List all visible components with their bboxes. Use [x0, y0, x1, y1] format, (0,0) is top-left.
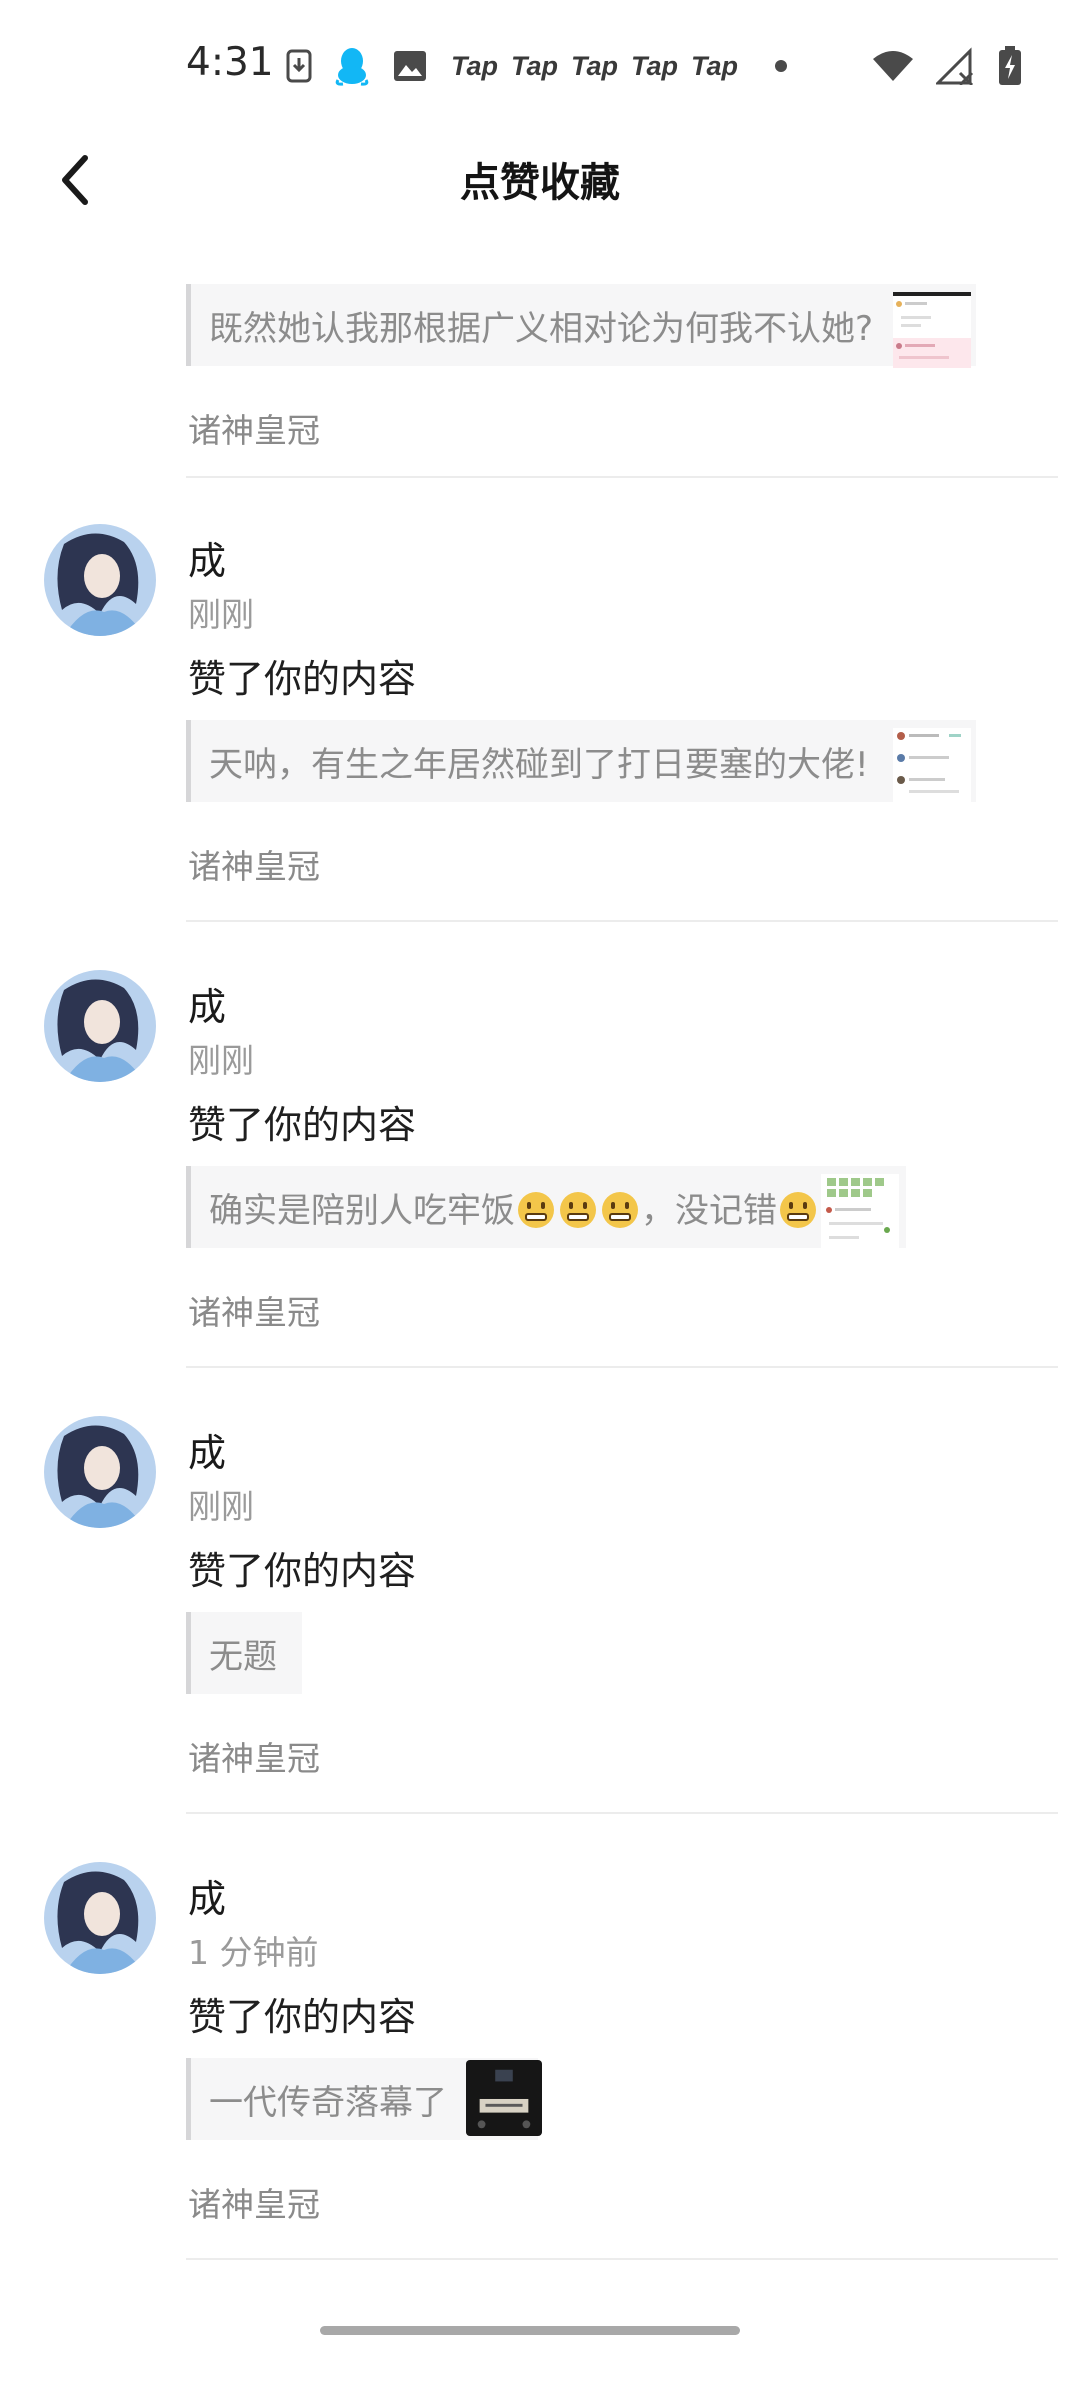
- quoted-post[interactable]: 天呐，有生之年居然碰到了打日要塞的大佬!: [186, 720, 976, 804]
- source-label: 诸神皇冠: [188, 1739, 320, 1778]
- user-name[interactable]: 成: [188, 976, 226, 1031]
- battery-charging-icon: [999, 46, 1021, 85]
- avatar[interactable]: [44, 1862, 156, 1974]
- taptap-notification-label: Tap: [511, 50, 558, 81]
- image-icon: [394, 51, 426, 81]
- quoted-post-text: 一代传奇落幕了: [209, 2082, 447, 2123]
- action-text: 赞了你的内容: [188, 1103, 417, 1147]
- avatar[interactable]: [44, 524, 156, 636]
- quoted-post[interactable]: 无题: [186, 1612, 302, 1694]
- user-name[interactable]: 成: [188, 1422, 226, 1477]
- status-time: 4:31: [186, 40, 274, 85]
- post-thumbnail[interactable]: [465, 2060, 543, 2136]
- likes-favorites-list[interactable]: 既然她认我那根据广义相对论为何我不认她? 诸神皇冠 成 刚刚 赞了你的内容 天呐…: [0, 240, 1080, 2330]
- home-indicator[interactable]: [320, 2326, 740, 2335]
- quoted-post[interactable]: 既然她认我那根据广义相对论为何我不认她?: [186, 284, 976, 368]
- no-signal-icon: [936, 47, 974, 85]
- post-thumbnail[interactable]: [821, 1174, 899, 1250]
- qq-penguin-icon: [335, 48, 369, 86]
- source-label: 诸神皇冠: [188, 2185, 320, 2224]
- quoted-post-text: 天呐，有生之年居然碰到了打日要塞的大佬!: [209, 744, 869, 785]
- timestamp: 刚刚: [188, 595, 254, 634]
- list-item[interactable]: 成 刚刚 赞了你的内容 无题 诸神皇冠: [0, 1368, 1080, 1814]
- user-name[interactable]: 成: [188, 530, 226, 585]
- taptap-notification-label: Tap: [571, 50, 618, 81]
- user-name[interactable]: 成: [188, 1868, 226, 1923]
- taptap-notification-label: Tap: [631, 50, 678, 81]
- status-bar: 4:31 Tap Tap Tap Tap Tap: [0, 0, 1080, 120]
- source-label: 诸神皇冠: [188, 1293, 320, 1332]
- avatar[interactable]: [44, 1416, 156, 1528]
- quoted-post[interactable]: 一代传奇落幕了: [186, 2058, 542, 2140]
- system-icons: [872, 46, 1022, 86]
- grimacing-face-emoji: [780, 1191, 816, 1228]
- taptap-notification-label: Tap: [691, 50, 738, 81]
- timestamp: 刚刚: [188, 1041, 254, 1080]
- list-item[interactable]: 成 1 分钟前 赞了你的内容 一代传奇落幕了 诸神皇冠: [0, 1814, 1080, 2284]
- taptap-notification-label: Tap: [451, 50, 498, 81]
- more-notifications-dot: [775, 60, 787, 72]
- action-text: 赞了你的内容: [188, 657, 417, 701]
- quoted-post-text: 无题: [209, 1636, 277, 1677]
- post-thumbnail[interactable]: [893, 292, 971, 368]
- quoted-post-text: 既然她认我那根据广义相对论为何我不认她?: [209, 308, 874, 349]
- page-title: 点赞收藏: [460, 160, 620, 206]
- source-label: 诸神皇冠: [188, 411, 320, 450]
- app-bar: 点赞收藏: [0, 120, 1080, 240]
- source-label: 诸神皇冠: [188, 847, 320, 886]
- notification-icons: Tap Tap Tap Tap Tap: [286, 44, 787, 88]
- avatar[interactable]: [44, 970, 156, 1082]
- timestamp: 1 分钟前: [188, 1933, 319, 1972]
- timestamp: 刚刚: [188, 1487, 254, 1526]
- grimacing-face-emoji: [602, 1191, 638, 1228]
- list-item[interactable]: 成 刚刚 赞了你的内容 天呐，有生之年居然碰到了打日要塞的大佬! 诸神皇冠: [0, 476, 1080, 922]
- quote-text-part: 确实是陪别人吃牢饭: [209, 1190, 515, 1231]
- wifi-icon: [873, 51, 913, 81]
- action-text: 赞了你的内容: [188, 1995, 417, 2039]
- list-item[interactable]: 成 刚刚 赞了你的内容 确实是陪别人吃牢饭 ，没记错 诸神皇冠: [0, 922, 1080, 1368]
- post-thumbnail[interactable]: [893, 728, 971, 804]
- quote-text-part: ，没记错: [641, 1190, 777, 1231]
- quoted-post-text: 确实是陪别人吃牢饭 ，没记错: [209, 1183, 819, 1232]
- download-icon: [286, 49, 312, 83]
- grimacing-face-emoji: [518, 1191, 554, 1228]
- action-text: 赞了你的内容: [188, 1549, 417, 1593]
- quoted-post[interactable]: 确实是陪别人吃牢饭 ，没记错: [186, 1166, 906, 1250]
- divider: [186, 2258, 1058, 2260]
- grimacing-face-emoji: [560, 1191, 596, 1228]
